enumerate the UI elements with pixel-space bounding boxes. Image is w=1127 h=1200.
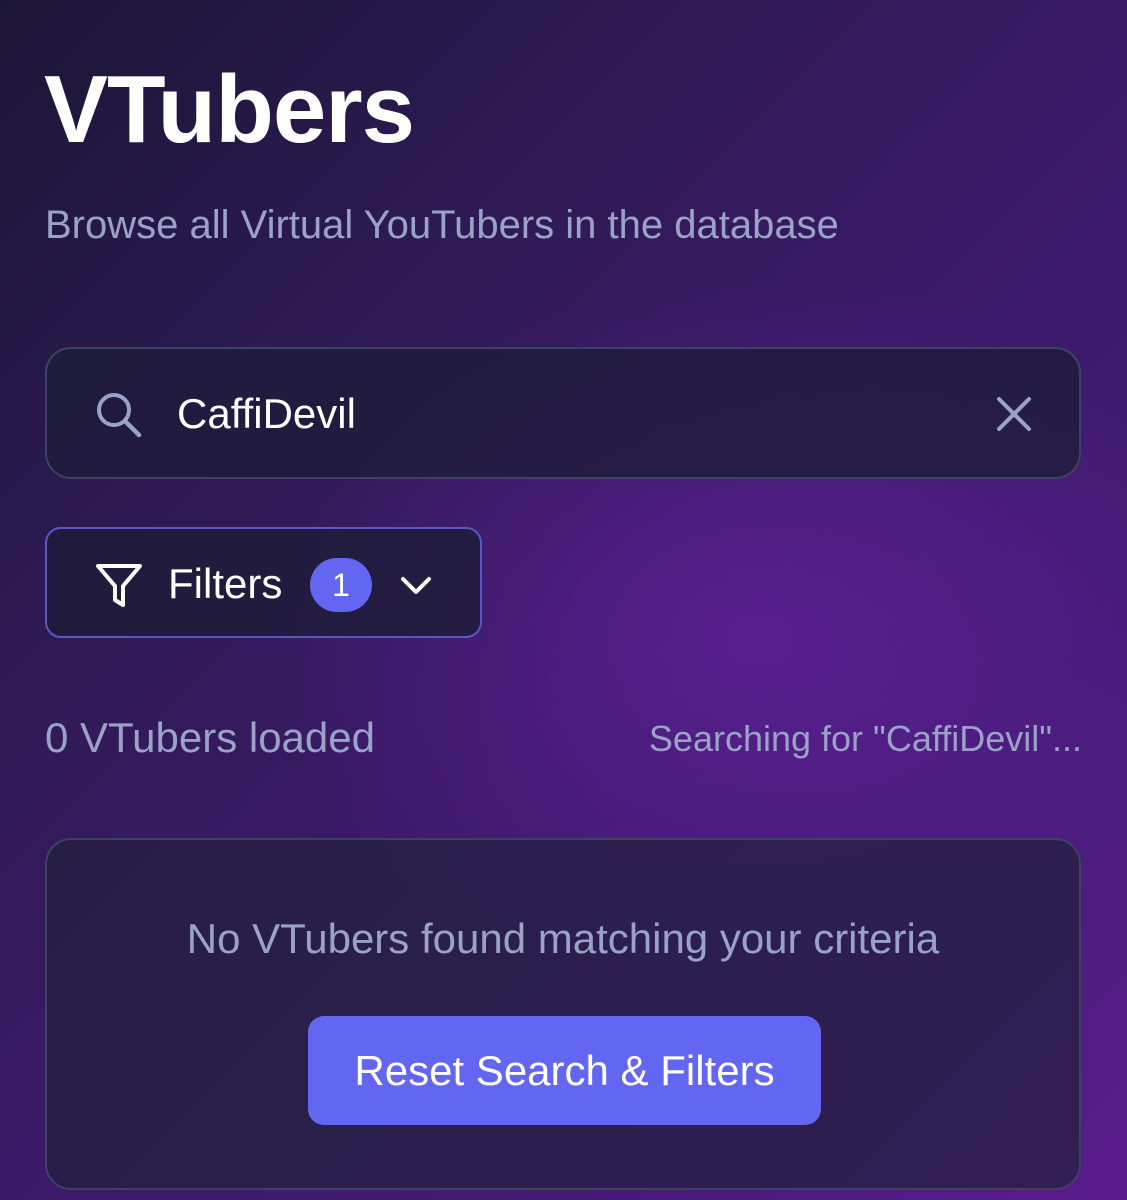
empty-state-message: No VTubers found matching your criteria: [186, 915, 940, 962]
reset-search-filters-button[interactable]: Reset Search & Filters: [308, 1016, 821, 1125]
chevron-down-icon: [401, 577, 431, 594]
filters-label: Filters: [168, 560, 283, 607]
filter-icon: [96, 564, 142, 607]
page-subtitle: Browse all Virtual YouTubers in the data…: [45, 203, 839, 247]
close-icon[interactable]: [993, 393, 1035, 435]
search-icon: [97, 393, 142, 438]
results-count: 0 VTubers loaded: [45, 714, 375, 761]
search-input[interactable]: [177, 379, 957, 449]
page-title: VTubers: [44, 56, 415, 163]
empty-state-card: No VTubers found matching your criteria …: [45, 838, 1081, 1190]
search-box: [45, 347, 1081, 479]
filters-count-badge: 1: [310, 558, 372, 612]
search-status: Searching for "CaffiDevil"...: [648, 718, 1082, 759]
filters-button[interactable]: Filters 1: [45, 527, 482, 638]
